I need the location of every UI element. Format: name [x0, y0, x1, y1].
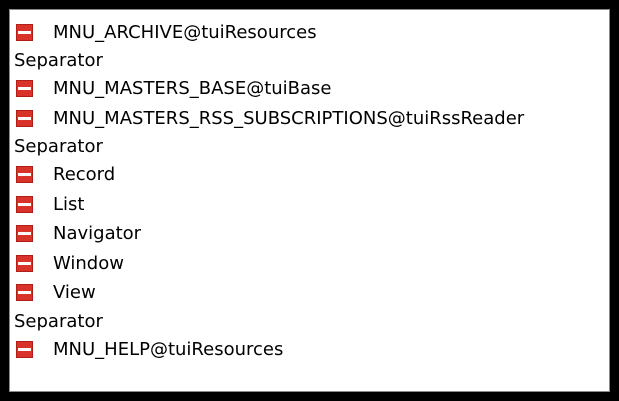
menu-icon: [16, 109, 33, 127]
menu-icon: [16, 254, 33, 272]
menu-item-label: MNU_HELP@tuiResources: [53, 338, 284, 360]
menu-item-help[interactable]: MNU_HELP@tuiResources: [10, 334, 609, 364]
menu-list: MNU_ARCHIVE@tuiResources Separator MNU_M…: [10, 18, 609, 364]
menu-item-label: Window: [53, 252, 124, 274]
menu-item-list[interactable]: List: [10, 189, 609, 219]
menu-icon: [16, 225, 33, 243]
menu-icon: [16, 284, 33, 302]
menu-item-label: List: [53, 193, 85, 215]
menu-item-label: Record: [53, 164, 116, 186]
menu-item-view[interactable]: View: [10, 278, 609, 308]
menu-item-label: Navigator: [53, 223, 142, 245]
separator-label: Separator: [14, 50, 103, 72]
menu-item-label: MNU_MASTERS_BASE@tuiBase: [53, 78, 332, 100]
separator-label: Separator: [14, 136, 103, 158]
menu-item-record[interactable]: Record: [10, 160, 609, 190]
separator-item[interactable]: Separator: [10, 133, 609, 160]
menu-list-panel: MNU_ARCHIVE@tuiResources Separator MNU_M…: [9, 9, 610, 392]
menu-item-masters-rss-subscriptions[interactable]: MNU_MASTERS_RSS_SUBSCRIPTIONS@tuiRssRead…: [10, 104, 609, 134]
separator-item[interactable]: Separator: [10, 48, 609, 75]
menu-item-masters-base[interactable]: MNU_MASTERS_BASE@tuiBase: [10, 74, 609, 104]
menu-icon: [16, 80, 33, 98]
menu-item-label: View: [53, 282, 96, 304]
menu-icon: [16, 340, 33, 358]
menu-item-archive[interactable]: MNU_ARCHIVE@tuiResources: [10, 18, 609, 48]
menu-item-window[interactable]: Window: [10, 249, 609, 279]
menu-item-label: MNU_ARCHIVE@tuiResources: [53, 22, 317, 44]
separator-label: Separator: [14, 310, 103, 332]
separator-item[interactable]: Separator: [10, 308, 609, 335]
menu-icon: [16, 195, 33, 213]
menu-item-label: MNU_MASTERS_RSS_SUBSCRIPTIONS@tuiRssRead…: [53, 107, 525, 129]
menu-icon: [16, 24, 33, 42]
menu-item-navigator[interactable]: Navigator: [10, 219, 609, 249]
menu-icon: [16, 166, 33, 184]
